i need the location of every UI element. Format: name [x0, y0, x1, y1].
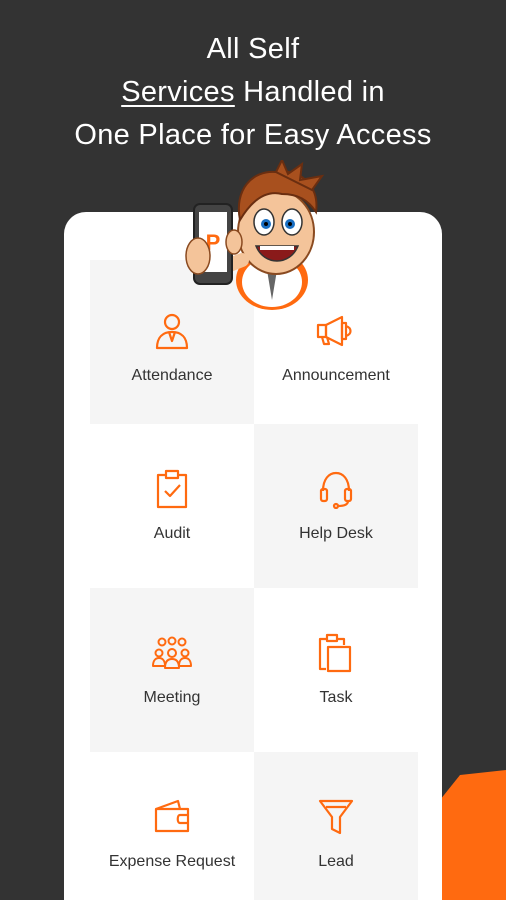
help-desk-label: Help Desk: [299, 525, 373, 542]
module-grid: Attendance Announcement Audit Help Desk: [90, 260, 418, 900]
group-icon: [152, 636, 192, 669]
headset-icon: [319, 471, 353, 509]
meeting-label: Meeting: [143, 689, 201, 706]
headline-services: Services: [121, 76, 235, 108]
attendance-label: Attendance: [131, 367, 213, 384]
funnel-icon: [318, 799, 354, 835]
clipboard-check-icon: [156, 469, 188, 509]
lead-tile[interactable]: Lead: [254, 752, 418, 900]
help-desk-tile[interactable]: Help Desk: [254, 424, 418, 588]
headline-line-3: One Place for Easy Access: [74, 119, 432, 151]
expense-request-label: Expense Request: [108, 853, 236, 870]
task-label: Task: [319, 689, 353, 706]
expense-request-tile[interactable]: Expense Request: [90, 752, 254, 900]
person-icon: [155, 313, 189, 350]
headline: All Self Services Handled in One Place f…: [0, 28, 506, 157]
announcement-label: Announcement: [282, 367, 390, 384]
lead-label: Lead: [318, 853, 354, 870]
meeting-tile[interactable]: Meeting: [90, 588, 254, 752]
task-tile[interactable]: Task: [254, 588, 418, 752]
megaphone-icon: [316, 315, 352, 347]
wallet-icon: [154, 799, 190, 833]
headline-line-1: All Self: [206, 33, 300, 65]
audit-label: Audit: [153, 525, 191, 542]
headline-line-2-rest: Handled in: [234, 76, 385, 108]
audit-tile[interactable]: Audit: [90, 424, 254, 588]
mascot-holding-phone-icon: P: [185, 160, 325, 310]
headline-line-2: Services Handled in: [0, 71, 506, 114]
clipboard-copy-icon: [318, 633, 352, 673]
